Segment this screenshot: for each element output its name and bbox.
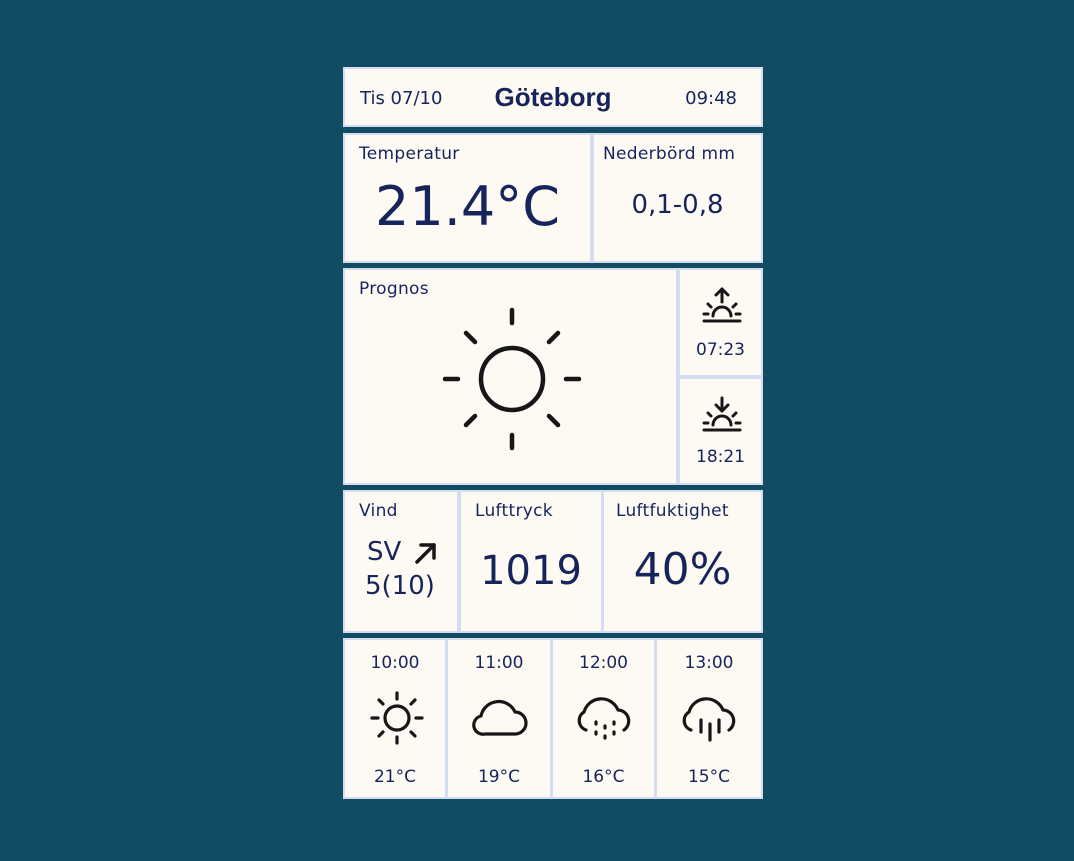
hourly-panel-2: 12:00 16°C xyxy=(551,638,656,799)
pressure-label: Lufttryck xyxy=(475,501,553,521)
cloud-icon xyxy=(472,699,528,736)
hourly-panel-0: 10:00 21°C xyxy=(343,638,447,799)
hourly-panel-1: 11:00 19°C xyxy=(446,638,552,799)
header-panel: Tis 07/10 Göteborg 09:48 xyxy=(343,67,763,127)
hourly-temp: 15°C xyxy=(687,767,730,787)
cloud-rain-icon xyxy=(682,697,736,742)
humidity-value: 40% xyxy=(633,544,732,595)
sun-icon xyxy=(370,691,424,745)
precipitation-value: 0,1-0,8 xyxy=(631,190,724,220)
forecast-panel: Prognos xyxy=(343,268,678,485)
sunset-icon xyxy=(702,396,742,432)
sunrise-icon xyxy=(702,287,742,323)
wind-panel: Vind SV 5(10) xyxy=(343,490,459,633)
hourly-time: 11:00 xyxy=(474,653,524,673)
weather-dashboard: Tis 07/10 Göteborg 09:48 Temperatur 21.4… xyxy=(343,67,763,799)
sunset-time: 18:21 xyxy=(696,447,745,467)
pressure-panel: Lufttryck 1019 xyxy=(459,490,603,633)
wind-label: Vind xyxy=(359,501,398,521)
hourly-temp: 19°C xyxy=(477,767,520,787)
hourly-panel-3: 13:00 15°C xyxy=(655,638,763,799)
sunrise-panel: 07:23 xyxy=(678,268,763,377)
temperature-panel: Temperatur 21.4°C xyxy=(343,133,592,263)
hourly-time: 13:00 xyxy=(684,653,734,673)
hourly-time: 12:00 xyxy=(579,653,628,673)
arrow-up-right-icon xyxy=(415,543,436,564)
sunrise-time: 07:23 xyxy=(696,340,745,360)
humidity-label: Luftfuktighet xyxy=(616,501,729,521)
wind-direction: SV xyxy=(367,537,402,567)
sun-icon xyxy=(442,307,582,451)
forecast-label: Prognos xyxy=(359,279,429,299)
header-time: 09:48 xyxy=(685,88,737,109)
precipitation-label: Nederbörd mm xyxy=(603,144,736,164)
humidity-panel: Luftfuktighet 40% xyxy=(602,490,763,633)
precipitation-panel: Nederbörd mm 0,1-0,8 xyxy=(592,133,763,263)
wind-speed: 5(10) xyxy=(365,571,435,601)
temperature-value: 21.4°C xyxy=(375,175,560,238)
hourly-temp: 21°C xyxy=(373,767,416,787)
pressure-value: 1019 xyxy=(480,548,582,594)
sunset-panel: 18:21 xyxy=(678,377,763,485)
temperature-label: Temperatur xyxy=(359,144,460,164)
hourly-temp: 16°C xyxy=(582,767,625,787)
hourly-time: 10:00 xyxy=(370,653,420,673)
cloud-drizzle-icon xyxy=(577,697,631,740)
